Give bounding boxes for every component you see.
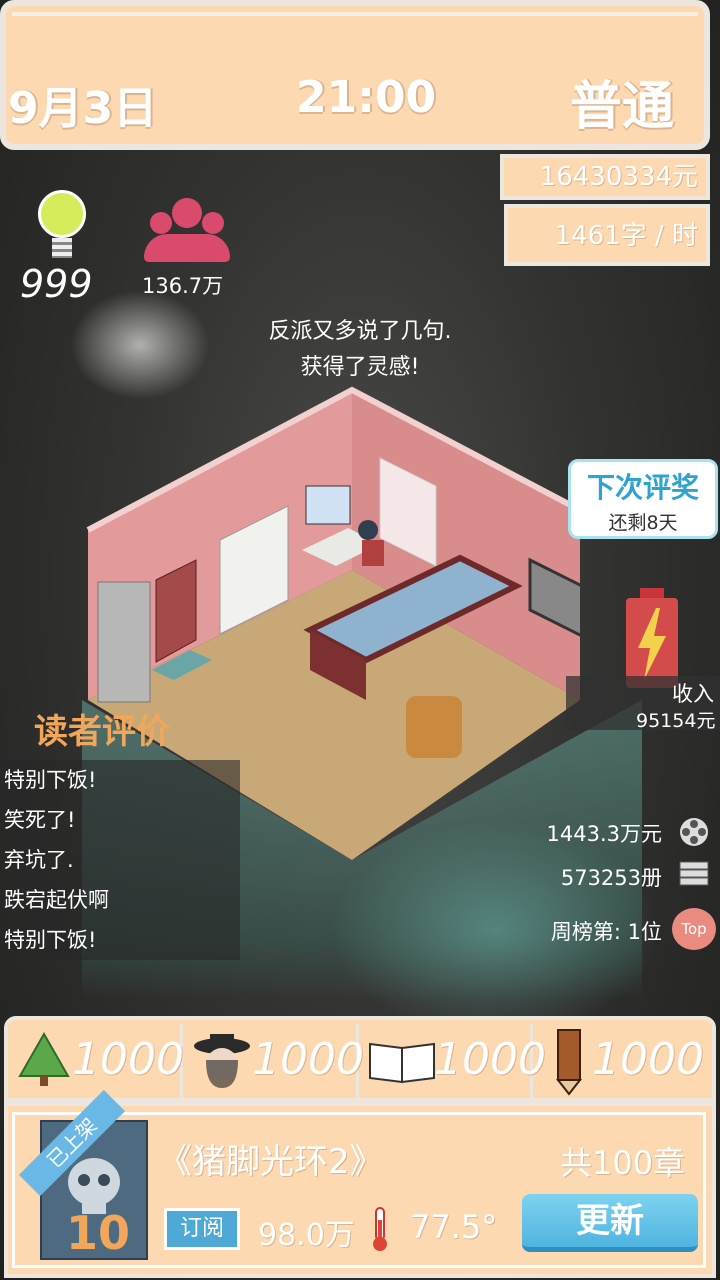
thermometer-icon	[373, 1207, 387, 1251]
air-conditioner	[97, 581, 151, 703]
book-icon	[369, 1042, 435, 1084]
armchair	[406, 696, 462, 758]
top-rank-icon: Top	[672, 908, 716, 950]
tree-icon	[18, 1032, 70, 1086]
resource-value: 1000	[592, 1034, 704, 1085]
review-item: 特别下饭!	[4, 768, 97, 792]
reader-reviews-title: 读者评价	[34, 712, 170, 752]
character-icon	[194, 1034, 250, 1088]
total-revenue: 1443.3万元	[546, 822, 662, 846]
pencil-icon	[555, 1029, 583, 1096]
weekly-rank: 周榜第: 1位	[550, 920, 662, 944]
writer-character	[358, 520, 378, 540]
update-button[interactable]: 更新	[522, 1194, 698, 1252]
money-display: 16430334元	[500, 154, 710, 200]
inspiration-value: 999	[20, 262, 93, 306]
fans-icon	[144, 198, 230, 262]
computer-monitor	[305, 485, 351, 525]
date-label: 9月3日	[8, 83, 158, 134]
next-award-remaining: 还剩8天	[608, 512, 678, 534]
subscriber-count: 98.0万	[258, 1218, 355, 1253]
event-message: 反派又多说了几句. 获得了灵感!	[220, 314, 500, 386]
heat-value: 77.5°	[410, 1208, 498, 1246]
resource-value: 1000	[72, 1034, 184, 1085]
book-title: 《猪脚光环2》	[158, 1142, 384, 1182]
review-item: 笑死了!	[4, 808, 76, 832]
cover-number: 10	[66, 1206, 131, 1260]
battery-icon	[626, 588, 678, 688]
copies-sold: 573253册	[560, 866, 662, 890]
income-value: 95154元	[636, 710, 716, 732]
time-label: 21:00	[296, 72, 437, 123]
difficulty-label: 普通	[570, 77, 675, 137]
writing-speed: 1461字 / 时	[504, 204, 710, 266]
income-label: 收入	[672, 682, 714, 706]
review-item: 特别下饭!	[4, 928, 97, 952]
next-award-title: 下次评奖	[586, 471, 699, 504]
subscribe-badge[interactable]: 订阅	[164, 1208, 240, 1250]
chapter-count: 共100章	[560, 1144, 686, 1182]
resource-value: 1000	[434, 1034, 546, 1085]
lightbulb-icon	[38, 190, 86, 266]
film-reel-icon	[680, 818, 708, 846]
fans-value: 136.7万	[142, 274, 224, 298]
resource-value: 1000	[252, 1034, 364, 1085]
review-item: 跌宕起伏啊	[4, 888, 109, 912]
next-award-badge[interactable]: 下次评奖 还剩8天	[568, 459, 718, 539]
event-message-line1: 反派又多说了几句.	[268, 319, 452, 344]
book-stack-icon	[679, 861, 709, 886]
review-item: 弃坑了.	[4, 848, 74, 872]
